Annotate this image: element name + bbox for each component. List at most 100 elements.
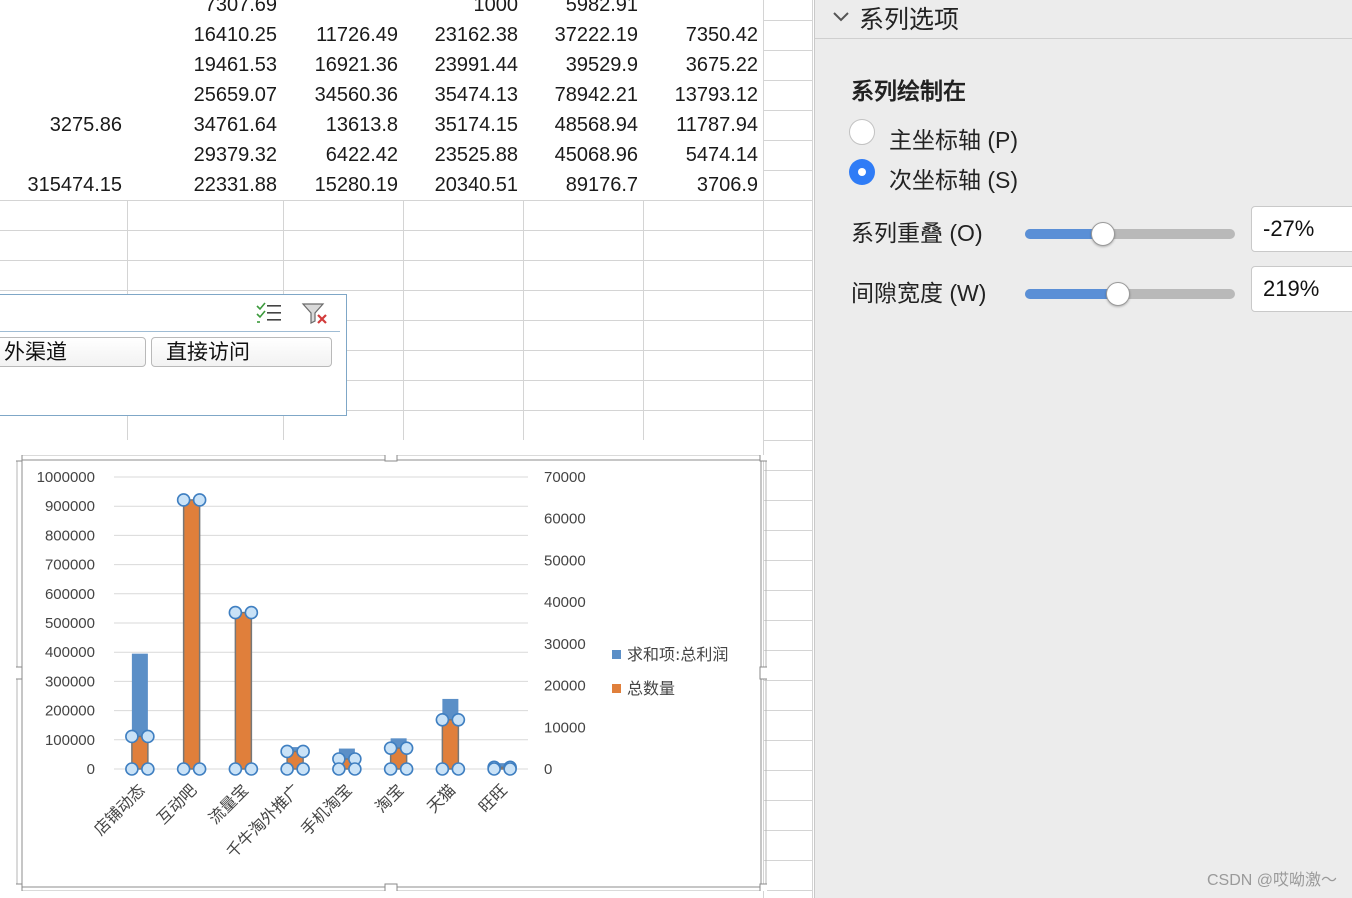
slicer-item-button[interactable]: 直接访问 [151, 337, 332, 367]
y2-tick-label[interactable]: 0 [544, 761, 552, 778]
cell[interactable]: 29379.32 [194, 140, 277, 170]
clear-filter-icon[interactable] [301, 301, 331, 327]
cell[interactable]: 13613.8 [326, 110, 398, 140]
resize-handle[interactable] [16, 666, 23, 680]
selection-handle[interactable] [280, 744, 294, 759]
cell[interactable]: 78942.21 [555, 80, 638, 110]
cell[interactable]: 45068.96 [555, 140, 638, 170]
gap-width-slider-handle[interactable] [1105, 282, 1130, 306]
cell[interactable]: 89176.7 [566, 170, 638, 200]
cell[interactable]: 35174.15 [435, 110, 518, 140]
cell[interactable]: 11726.49 [316, 20, 398, 50]
y2-tick-label[interactable]: 70000 [544, 469, 586, 486]
y-tick-label[interactable]: 200000 [45, 703, 95, 720]
y2-tick-label[interactable]: 60000 [544, 511, 586, 528]
selection-handle[interactable] [296, 744, 310, 759]
cell[interactable]: 37222.19 [555, 20, 638, 50]
selection-handle[interactable] [503, 762, 517, 776]
spreadsheet-area[interactable]: 7307.69 1000 5982.91 16410.25 11726.49 23162.… [0, 0, 814, 898]
cell[interactable]: 315474.15 [27, 170, 122, 200]
selection-handle[interactable] [280, 762, 294, 776]
bar-total-quantity[interactable] [234, 611, 253, 770]
gap-width-slider[interactable] [1025, 282, 1235, 306]
y-tick-label[interactable]: 400000 [45, 644, 95, 661]
selection-handle[interactable] [125, 729, 139, 744]
overlap-slider[interactable] [1025, 222, 1235, 246]
selection-handle[interactable] [435, 762, 450, 776]
overlap-value-input[interactable]: -27% [1251, 206, 1352, 252]
cell[interactable]: 7307.69 [205, 0, 277, 20]
resize-handle[interactable] [16, 883, 23, 891]
cell[interactable]: 39529.9 [566, 50, 638, 80]
selection-handle[interactable] [399, 741, 414, 755]
cell[interactable]: 23525.88 [435, 140, 518, 170]
gap-width-value-input[interactable]: 219% [1251, 266, 1352, 312]
section-title[interactable]: 系列选项 [859, 0, 959, 36]
selection-handle[interactable] [348, 762, 362, 776]
cell[interactable]: 23991.44 [435, 50, 518, 80]
cell[interactable]: 13793.12 [675, 80, 758, 110]
cell[interactable]: 23162.38 [435, 20, 518, 50]
selection-handle[interactable] [141, 762, 155, 776]
selection-handle[interactable] [296, 762, 310, 776]
y-tick-label[interactable]: 600000 [45, 586, 95, 603]
selection-handle[interactable] [228, 762, 243, 776]
cell[interactable]: 48568.94 [555, 110, 638, 140]
selection-handle[interactable] [487, 762, 501, 776]
y2-tick-label[interactable]: 10000 [544, 719, 586, 736]
slicer-item-button[interactable]: 外渠道 [0, 337, 146, 367]
combo-chart[interactable]: 1000000 900000 800000 700000 600000 500000 400… [16, 455, 767, 891]
selection-handle[interactable] [435, 712, 450, 727]
resize-handle[interactable] [759, 666, 767, 680]
cell[interactable]: 1000 [474, 0, 519, 20]
y-tick-label[interactable]: 500000 [45, 615, 95, 632]
cell[interactable]: 6422.42 [326, 140, 398, 170]
secondary-axis-label[interactable]: 次坐标轴 (S) [889, 161, 1018, 195]
cell[interactable]: 19461.53 [194, 50, 277, 80]
selection-handle[interactable] [332, 762, 346, 776]
resize-handle[interactable] [384, 455, 398, 462]
primary-axis-label[interactable]: 主坐标轴 (P) [889, 121, 1018, 155]
legend-label[interactable]: 求和项:总利润 [627, 645, 728, 664]
chevron-down-icon[interactable] [831, 6, 851, 31]
cell[interactable]: 15280.19 [315, 170, 398, 200]
cell[interactable]: 5474.14 [686, 140, 758, 170]
slicer-panel[interactable]: 外渠道 直接访问 [0, 294, 347, 416]
selection-handle[interactable] [141, 729, 155, 744]
selection-handle[interactable] [451, 762, 466, 776]
selection-handle[interactable] [192, 762, 207, 776]
selection-handle[interactable] [451, 712, 466, 727]
resize-handle[interactable] [384, 883, 398, 891]
y-tick-label[interactable]: 800000 [45, 527, 95, 544]
overlap-slider-handle[interactable] [1090, 222, 1115, 246]
resize-handle[interactable] [759, 883, 767, 891]
selection-handle[interactable] [192, 493, 207, 507]
cell[interactable]: 11787.94 [676, 110, 758, 140]
cell[interactable]: 16410.25 [194, 20, 277, 50]
primary-axis-radio[interactable] [849, 119, 875, 145]
bar-total-quantity[interactable] [441, 719, 460, 770]
secondary-axis-radio[interactable] [849, 159, 875, 185]
y-tick-label[interactable]: 900000 [45, 498, 95, 515]
y-tick-label[interactable]: 0 [87, 761, 95, 778]
cell[interactable]: 25659.07 [194, 80, 277, 110]
cell[interactable]: 7350.42 [686, 20, 758, 50]
selection-handle[interactable] [244, 605, 259, 620]
cell[interactable]: 35474.13 [435, 80, 518, 110]
cell[interactable]: 34560.36 [315, 80, 398, 110]
cell[interactable]: 3275.86 [50, 110, 122, 140]
y2-tick-label[interactable]: 40000 [544, 594, 586, 611]
selection-handle[interactable] [383, 741, 398, 755]
cell[interactable]: 34761.64 [194, 110, 277, 140]
cell[interactable]: 3706.9 [697, 170, 758, 200]
y2-tick-label[interactable]: 30000 [544, 636, 586, 653]
selection-handle[interactable] [383, 762, 398, 776]
y-tick-label[interactable]: 700000 [45, 557, 95, 574]
resize-handle[interactable] [16, 455, 23, 462]
multi-select-icon[interactable] [255, 301, 283, 325]
cell[interactable]: 20340.51 [435, 170, 518, 200]
y-tick-label[interactable]: 1000000 [37, 469, 95, 486]
selection-handle[interactable] [228, 605, 243, 620]
chart-canvas[interactable]: 1000000900000800000700000600000500000400… [16, 455, 767, 891]
y-tick-label[interactable]: 100000 [45, 732, 95, 749]
